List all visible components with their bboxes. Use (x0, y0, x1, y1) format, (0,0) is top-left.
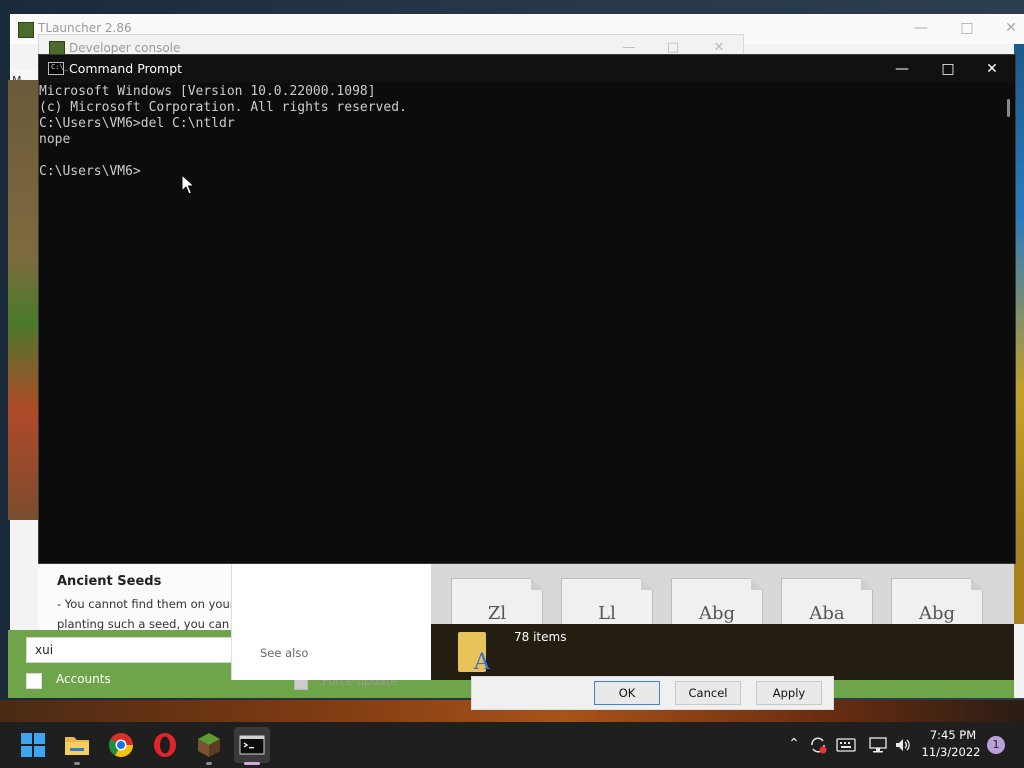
terminal-line: Microsoft Windows [Version 10.0.22000.10… (39, 84, 376, 99)
minecraft-icon[interactable] (194, 730, 224, 760)
cmd-maximize-button[interactable]: □ (925, 55, 971, 83)
page-fold (641, 578, 653, 590)
page-fold (861, 578, 873, 590)
font-file-icon[interactable]: Ll (561, 578, 653, 624)
clock-date[interactable]: 11/3/2022 (920, 745, 982, 759)
terminal-prompt: C:\Users\VM6> (39, 164, 141, 179)
file-explorer-status-bar: A 78 items (431, 624, 1014, 680)
terminal-line: nope (39, 132, 71, 147)
terminal-output[interactable]: Microsoft Windows [Version 10.0.22000.10… (39, 83, 1001, 563)
command-prompt-window: C:\_ Command Prompt — □ ✕ Microsoft Wind… (38, 54, 1016, 564)
see-also-panel: See also (231, 564, 432, 680)
news-panel: Ancient Seeds - You cannot find them on … (38, 560, 247, 632)
font-letter-icon: A (474, 650, 490, 675)
terminal-line: C:\Users\VM6>del C:\ntldr (39, 116, 235, 131)
accounts-label[interactable]: Accounts (56, 672, 111, 686)
username-input[interactable]: xui (26, 637, 232, 663)
scrollbar-thumb[interactable] (1007, 99, 1010, 117)
accounts-checkbox[interactable] (26, 673, 42, 689)
terminal-line: (c) Microsoft Corporation. All rights re… (39, 100, 407, 115)
cancel-button[interactable]: Cancel (675, 681, 741, 705)
command-prompt-icon[interactable] (237, 730, 267, 760)
font-preview-text: Zl (487, 603, 507, 624)
tlauncher-minimize-button[interactable]: — (906, 18, 936, 38)
cmd-close-button[interactable]: ✕ (969, 55, 1015, 83)
cmd-icon-glyph: C:\_ (51, 63, 68, 71)
mouse-cursor-icon (181, 174, 195, 195)
tlauncher-title: TLauncher 2.86 (38, 21, 132, 35)
command-prompt-title: Command Prompt (69, 61, 183, 76)
font-file-icon[interactable]: Abg (671, 578, 763, 624)
developer-console-title: Developer console (69, 41, 181, 55)
command-prompt-titlebar[interactable]: C:\_ Command Prompt — □ ✕ (39, 55, 1015, 83)
apply-button[interactable]: Apply (756, 681, 822, 705)
command-prompt-app-icon: C:\_ (48, 62, 68, 75)
taskbar: ⌃ 7:45 PM 11/3/2022 1 (0, 722, 1024, 768)
ok-button[interactable]: OK (594, 681, 660, 705)
clock-time[interactable]: 7:45 PM (926, 728, 980, 742)
tlauncher-app-icon (18, 22, 34, 38)
running-indicator (74, 762, 80, 765)
close-icon: ✕ (1005, 20, 1017, 36)
close-icon: ✕ (986, 61, 998, 77)
maximize-icon: □ (941, 61, 955, 77)
chrome-icon[interactable] (106, 730, 136, 760)
minimize-icon: — (895, 61, 909, 77)
terminal-scrollbar[interactable] (1001, 83, 1015, 563)
font-file-icon[interactable]: Zl (451, 578, 543, 624)
active-indicator (244, 762, 260, 765)
username-input-value: xui (35, 643, 54, 657)
news-text-line: - You cannot find them on your c (57, 597, 245, 611)
tlauncher-close-button[interactable]: ✕ (996, 18, 1024, 38)
sync-icon[interactable] (808, 735, 828, 755)
font-file-icon[interactable]: Aba (781, 578, 873, 624)
keyboard-icon[interactable] (836, 736, 856, 754)
volume-icon[interactable] (893, 736, 913, 754)
properties-dialog-buttons: OK Cancel Apply (471, 676, 834, 710)
font-preview-text: Abg (918, 603, 956, 624)
running-indicator (206, 762, 212, 765)
items-count: 78 items (514, 630, 567, 644)
close-icon: ✕ (713, 40, 725, 55)
network-icon[interactable] (868, 736, 888, 754)
see-also-link[interactable]: See also (260, 646, 308, 660)
page-fold (971, 578, 983, 590)
page-fold (531, 578, 543, 590)
game-art-left (8, 80, 38, 520)
file-explorer-icon[interactable] (62, 730, 92, 760)
minimize-icon: — (622, 40, 636, 55)
news-text-line: planting such a seed, you can ge (57, 617, 248, 631)
chevron-up-icon[interactable]: ⌃ (785, 736, 803, 752)
page-fold (751, 578, 763, 590)
maximize-icon: □ (666, 40, 680, 55)
windows-start-icon[interactable] (18, 730, 48, 760)
font-preview-text: Ll (598, 603, 616, 624)
notification-badge[interactable]: 1 (987, 736, 1005, 754)
minimize-icon: — (914, 20, 928, 36)
tlauncher-maximize-button[interactable]: □ (952, 18, 982, 38)
cmd-minimize-button[interactable]: — (879, 55, 925, 83)
news-title: Ancient Seeds (57, 574, 162, 589)
font-preview-text: Abg (698, 603, 736, 624)
font-file-icon[interactable]: Abg (891, 578, 983, 624)
font-preview-text: Aba (809, 603, 845, 624)
opera-icon[interactable] (150, 730, 180, 760)
font-files-strip: Zl Ll Abg Aba Abg (431, 564, 1014, 624)
maximize-icon: □ (960, 20, 974, 36)
